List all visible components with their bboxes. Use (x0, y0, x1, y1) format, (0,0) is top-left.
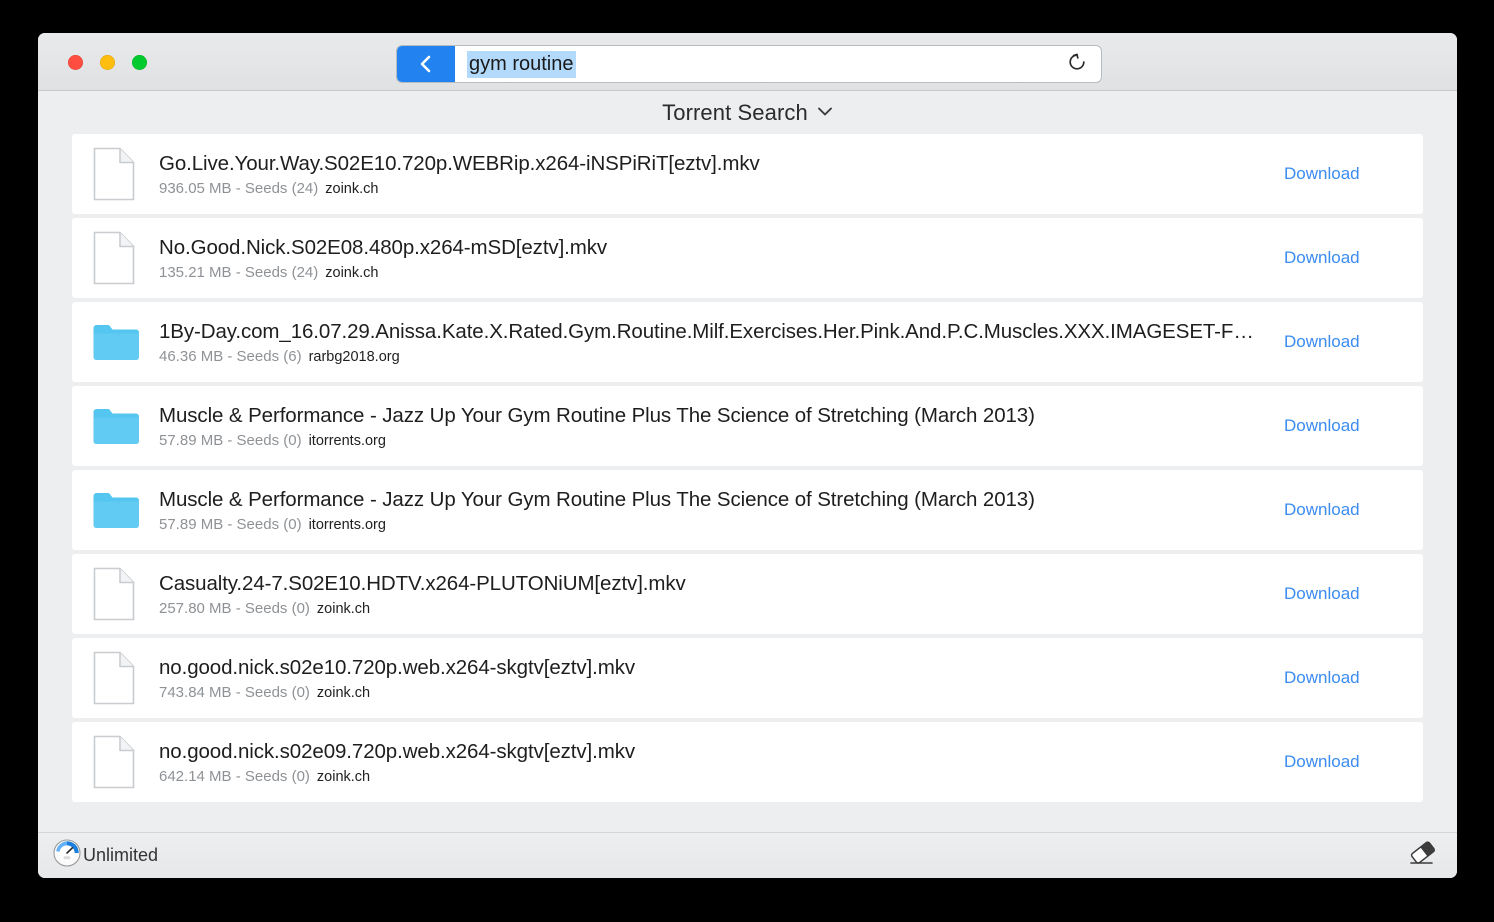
result-title: no.good.nick.s02e10.720p.web.x264-skgtv[… (159, 655, 635, 679)
back-button[interactable] (397, 46, 455, 82)
result-meta: 46.36 MB - Seeds (6) (159, 347, 302, 365)
maximize-window-button[interactable] (132, 55, 147, 70)
result-meta: 135.21 MB - Seeds (24) (159, 263, 319, 281)
reload-icon (1066, 51, 1088, 78)
window-titlebar: gym routine (38, 33, 1457, 91)
download-link[interactable]: Download (1268, 332, 1423, 352)
download-link[interactable]: Download (1268, 752, 1423, 772)
download-link[interactable]: Download (1268, 416, 1423, 436)
status-bar: Unlimited (38, 832, 1457, 878)
chevron-left-icon (418, 52, 434, 76)
result-meta: 642.14 MB - Seeds (0) (159, 767, 310, 785)
folder-icon (92, 482, 142, 538)
folder-icon (92, 398, 142, 454)
result-subtitle: 257.80 MB - Seeds (0) zoink.ch (159, 600, 1256, 617)
result-text: no.good.nick.s02e10.720p.web.x264-skgtv[… (142, 656, 1268, 701)
result-subtitle: 46.36 MB - Seeds (6) rarbg2018.org (159, 348, 1256, 365)
download-link[interactable]: Download (1268, 668, 1423, 688)
result-meta: 936.05 MB - Seeds (24) (159, 179, 319, 197)
app-window: gym routine Torrent Search Go.Live.Your.… (38, 33, 1457, 878)
result-subtitle: 135.21 MB - Seeds (24) zoink.ch (159, 264, 1256, 281)
result-title: Casualty.24-7.S02E10.HDTV.x264-PLUTONiUM… (159, 571, 686, 595)
folder-icon (92, 314, 142, 370)
document-icon (92, 146, 142, 202)
result-source-site: rarbg2018.org (308, 348, 400, 365)
result-row[interactable]: Casualty.24-7.S02E10.HDTV.x264-PLUTONiUM… (72, 554, 1423, 634)
result-subtitle: 936.05 MB - Seeds (24) zoink.ch (159, 180, 1256, 197)
eraser-icon (1405, 839, 1439, 872)
result-meta: 57.89 MB - Seeds (0) (159, 431, 302, 449)
result-title: Go.Live.Your.Way.S02E10.720p.WEBRip.x264… (159, 151, 760, 175)
result-row[interactable]: Muscle & Performance - Jazz Up Your Gym … (72, 470, 1423, 550)
result-title: no.good.nick.s02e09.720p.web.x264-skgtv[… (159, 739, 635, 763)
result-subtitle: 743.84 MB - Seeds (0) zoink.ch (159, 684, 1256, 701)
search-engine-selector[interactable]: Torrent Search (38, 91, 1457, 134)
result-source-site: zoink.ch (325, 264, 379, 281)
result-source-site: zoink.ch (316, 684, 371, 701)
download-link[interactable]: Download (1268, 584, 1423, 604)
result-source-site: zoink.ch (325, 180, 379, 197)
result-title: 1By-Day.com_16.07.29.Anissa.Kate.X.Rated… (159, 319, 1256, 343)
result-text: Muscle & Performance - Jazz Up Your Gym … (142, 404, 1268, 449)
download-link[interactable]: Download (1268, 248, 1423, 268)
result-row[interactable]: Muscle & Performance - Jazz Up Your Gym … (72, 386, 1423, 466)
result-row[interactable]: No.Good.Nick.S02E08.480p.x264-mSD[eztv].… (72, 218, 1423, 298)
reload-button[interactable] (1053, 46, 1101, 82)
result-text: 1By-Day.com_16.07.29.Anissa.Kate.X.Rated… (142, 320, 1268, 365)
result-meta: 257.80 MB - Seeds (0) (159, 599, 310, 617)
result-title: No.Good.Nick.S02E08.480p.x264-mSD[eztv].… (159, 235, 608, 259)
chevron-down-icon (817, 104, 833, 122)
search-engine-label: Torrent Search (662, 99, 808, 125)
result-source-site: zoink.ch (316, 600, 371, 617)
clear-results-button[interactable] (1401, 839, 1443, 873)
document-icon (92, 230, 142, 286)
result-row[interactable]: Go.Live.Your.Way.S02E10.720p.WEBRip.x264… (72, 134, 1423, 214)
result-source-site: itorrents.org (308, 432, 386, 449)
document-icon (92, 566, 142, 622)
speed-limit-label: Unlimited (83, 845, 159, 865)
result-text: Go.Live.Your.Way.S02E10.720p.WEBRip.x264… (142, 152, 1268, 197)
result-row[interactable]: 1By-Day.com_16.07.29.Anissa.Kate.X.Rated… (72, 302, 1423, 382)
result-source-site: zoink.ch (316, 768, 371, 785)
result-subtitle: 57.89 MB - Seeds (0) itorrents.org (159, 516, 1256, 533)
speed-limit-control[interactable]: Unlimited (52, 838, 158, 873)
result-title: Muscle & Performance - Jazz Up Your Gym … (159, 487, 1035, 511)
result-text: No.Good.Nick.S02E08.480p.x264-mSD[eztv].… (142, 236, 1268, 281)
document-icon (92, 650, 142, 706)
result-meta: 743.84 MB - Seeds (0) (159, 683, 310, 701)
result-text: Casualty.24-7.S02E10.HDTV.x264-PLUTONiUM… (142, 572, 1268, 617)
result-subtitle: 642.14 MB - Seeds (0) zoink.ch (159, 768, 1256, 785)
search-bar: gym routine (396, 45, 1102, 83)
results-list[interactable]: Go.Live.Your.Way.S02E10.720p.WEBRip.x264… (38, 134, 1457, 832)
download-link[interactable]: Download (1268, 164, 1423, 184)
search-input[interactable]: gym routine (455, 46, 1053, 82)
result-text: Muscle & Performance - Jazz Up Your Gym … (142, 488, 1268, 533)
result-meta: 57.89 MB - Seeds (0) (159, 515, 302, 533)
search-input-value: gym routine (467, 50, 576, 78)
result-text: no.good.nick.s02e09.720p.web.x264-skgtv[… (142, 740, 1268, 785)
result-title: Muscle & Performance - Jazz Up Your Gym … (159, 403, 1035, 427)
result-row[interactable]: no.good.nick.s02e10.720p.web.x264-skgtv[… (72, 638, 1423, 718)
result-row[interactable]: no.good.nick.s02e09.720p.web.x264-skgtv[… (72, 722, 1423, 802)
document-icon (92, 734, 142, 790)
speedometer-icon (52, 838, 82, 873)
minimize-window-button[interactable] (100, 55, 115, 70)
close-window-button[interactable] (68, 55, 83, 70)
result-source-site: itorrents.org (308, 516, 386, 533)
result-subtitle: 57.89 MB - Seeds (0) itorrents.org (159, 432, 1256, 449)
download-link[interactable]: Download (1268, 500, 1423, 520)
